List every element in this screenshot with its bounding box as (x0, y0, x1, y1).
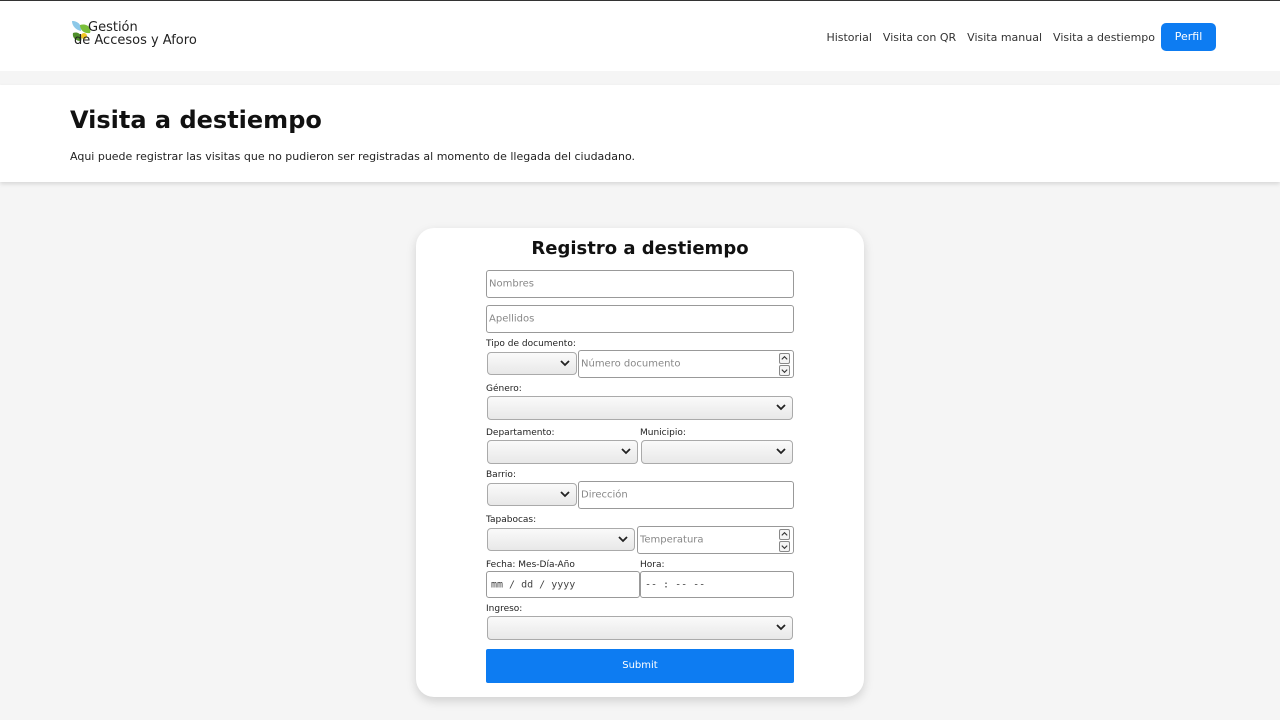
tapabocas-label: Tapabocas: (486, 515, 537, 525)
barrio-label: Barrio: (486, 470, 516, 480)
number-spinner[interactable] (779, 529, 791, 553)
chevron-down-icon (618, 535, 628, 542)
temperatura-input[interactable]: Temperatura (637, 526, 794, 554)
submit-button[interactable]: Submit (486, 649, 794, 683)
barrio-select[interactable] (487, 483, 577, 506)
nav-historial[interactable]: Historial (826, 31, 871, 44)
municipio-label: Municipio: (640, 428, 686, 438)
departamento-label: Departamento: (486, 428, 555, 438)
spin-up-icon[interactable] (779, 353, 790, 364)
temperatura-placeholder: Temperatura (640, 534, 704, 546)
spin-down-icon[interactable] (779, 365, 790, 376)
brand-logo[interactable]: Gestión de Accesos y Aforo (70, 19, 210, 49)
nav-visita-destiempo[interactable]: Visita a destiempo (1053, 31, 1155, 44)
top-navbar: Gestión de Accesos y Aforo Historial Vis… (0, 0, 1280, 71)
nav-visita-manual[interactable]: Visita manual (967, 31, 1042, 44)
genero-label: Género: (486, 384, 522, 394)
fecha-label: Fecha: Mes-Día-Año (486, 560, 575, 570)
genero-select[interactable] (487, 396, 793, 420)
chevron-down-icon (560, 359, 570, 366)
chevron-down-icon (560, 490, 570, 497)
apellidos-placeholder: Apellidos (489, 313, 535, 325)
profile-button[interactable]: Perfil (1161, 23, 1216, 51)
spin-up-icon[interactable] (779, 529, 790, 540)
chevron-down-icon (621, 448, 631, 455)
fecha-input[interactable]: mm / dd / yyyy (486, 571, 640, 598)
hora-value: -- : -- -- (645, 579, 706, 590)
numero-documento-input[interactable]: Número documento (578, 350, 794, 378)
chevron-down-icon (776, 624, 786, 631)
apellidos-input[interactable]: Apellidos (486, 305, 794, 333)
chevron-down-icon (776, 404, 786, 411)
page-title: Visita a destiempo (70, 106, 322, 134)
fecha-value: mm / dd / yyyy (491, 579, 576, 590)
tapabocas-select[interactable] (487, 528, 635, 551)
direccion-placeholder: Dirección (581, 489, 628, 501)
registro-form-card: Registro a destiempo Nombres Apellidos T… (416, 228, 864, 697)
page-header: Visita a destiempo Aqui puede registrar … (0, 85, 1280, 182)
ingreso-select[interactable] (487, 616, 793, 640)
page-description: Aqui puede registrar las visitas que no … (70, 150, 636, 163)
hora-input[interactable]: -- : -- -- (640, 571, 794, 598)
brand-line2: de Accesos y Aforo (74, 33, 197, 48)
departamento-select[interactable] (487, 440, 638, 464)
hora-label: Hora: (640, 560, 665, 570)
direccion-input[interactable]: Dirección (578, 481, 794, 509)
nav-visita-qr[interactable]: Visita con QR (883, 31, 956, 44)
municipio-select[interactable] (641, 440, 793, 464)
nombres-placeholder: Nombres (489, 278, 534, 290)
ingreso-label: Ingreso: (486, 604, 523, 614)
number-spinner[interactable] (779, 353, 791, 377)
spin-down-icon[interactable] (779, 541, 790, 552)
chevron-down-icon (776, 448, 786, 455)
numero-documento-placeholder: Número documento (581, 358, 681, 370)
tipo-documento-select[interactable] (487, 352, 577, 375)
form-title: Registro a destiempo (531, 238, 749, 259)
main-nav: Historial Visita con QR Visita manual Vi… (826, 23, 1216, 51)
nombres-input[interactable]: Nombres (486, 270, 794, 298)
tipo-documento-label: Tipo de documento: (486, 339, 576, 349)
